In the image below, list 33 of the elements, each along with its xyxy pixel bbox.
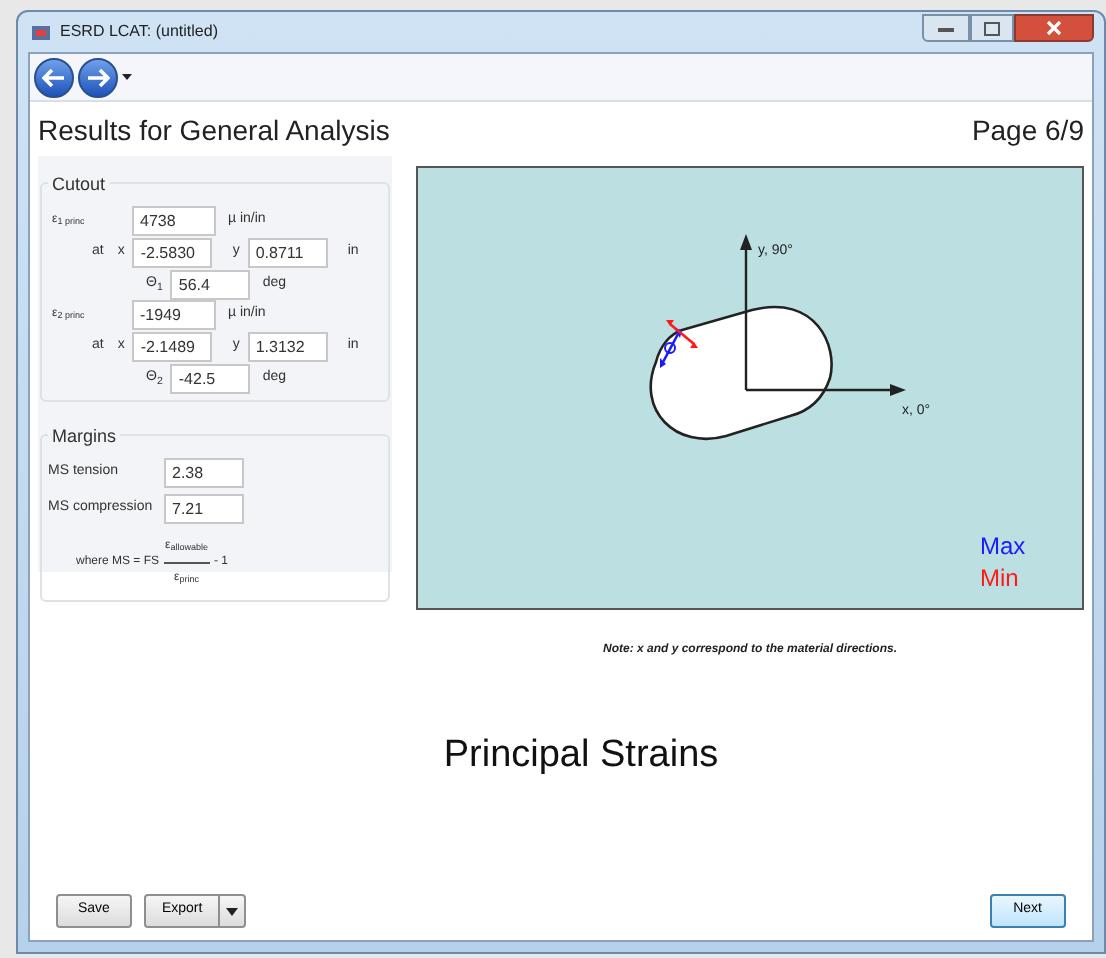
- group-label: Cutout: [52, 174, 106, 194]
- x-field[interactable]: -2.1489: [132, 332, 213, 362]
- forward-button[interactable]: [78, 57, 118, 97]
- x-field[interactable]: -2.5830: [132, 238, 213, 268]
- forward-arrow-icon: [86, 67, 110, 87]
- strain-field[interactable]: 4738: [132, 206, 216, 236]
- maximize-icon: [984, 21, 1000, 35]
- page-number: Page 6/9: [971, 112, 1084, 150]
- group-label: Margins: [52, 426, 117, 446]
- angle-field[interactable]: 56.4: [170, 270, 251, 300]
- margin-field[interactable]: 2.38: [164, 458, 244, 488]
- angle-field[interactable]: -42.5: [170, 364, 251, 394]
- caret-icon: [226, 907, 239, 915]
- close-button[interactable]: [1014, 14, 1094, 42]
- minimize-icon: [938, 25, 954, 31]
- y-field[interactable]: 0.8711: [247, 238, 328, 268]
- margin-field[interactable]: 7.21: [164, 494, 244, 524]
- minimize-button[interactable]: [922, 14, 970, 42]
- legend-label: Max: [980, 532, 1026, 560]
- y-field[interactable]: 1.3132: [247, 332, 328, 362]
- dropdown-caret-icon[interactable]: [122, 74, 132, 80]
- max-strain-arrow: [660, 328, 682, 368]
- maximize-button[interactable]: [970, 14, 1014, 42]
- strain-field[interactable]: -1949: [132, 300, 216, 330]
- close-icon: [1046, 20, 1062, 36]
- window-title: ESRD LCAT: (untitled): [60, 20, 218, 44]
- page-title: Results for General Analysis: [38, 112, 390, 150]
- app-icon: [30, 21, 52, 43]
- back-button[interactable]: [34, 57, 74, 97]
- caption: Principal Strains: [443, 732, 719, 780]
- back-arrow-icon: [42, 67, 66, 87]
- legend-label: Min: [980, 564, 1019, 592]
- min-strain-arrow: [666, 320, 698, 348]
